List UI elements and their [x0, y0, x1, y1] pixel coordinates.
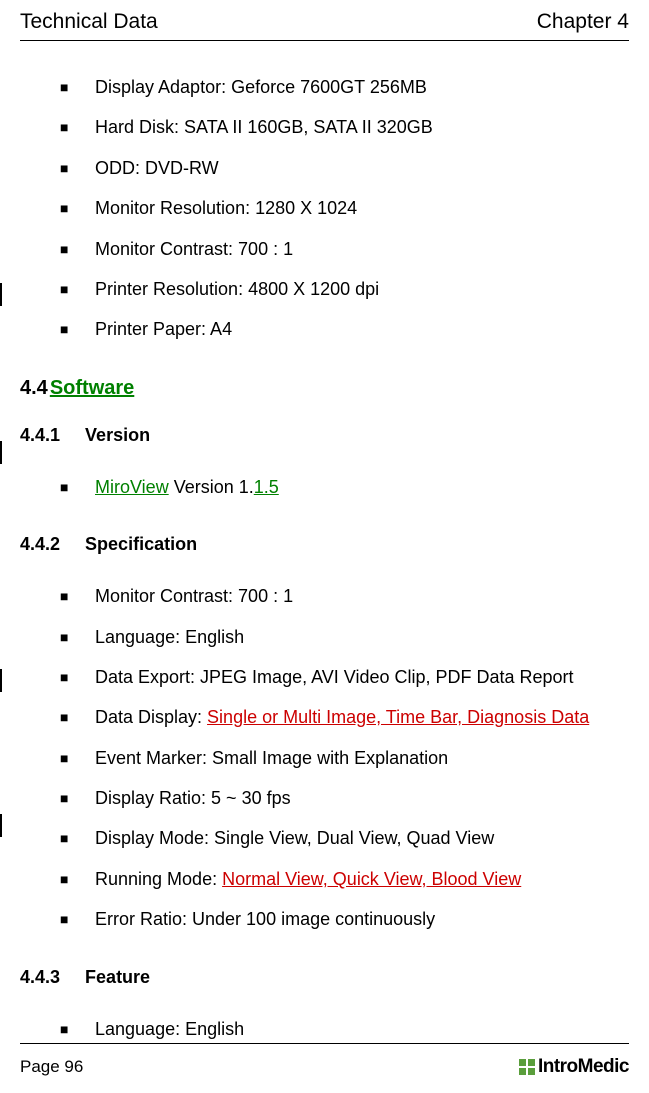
change-bar [0, 669, 2, 692]
logo-icon [519, 1059, 535, 1075]
list-item: Monitor Contrast: 700 : 1 [60, 585, 629, 608]
data-display-prefix: Data Display: [95, 707, 207, 727]
change-bar [0, 441, 2, 464]
list-item: Monitor Contrast: 700 : 1 [60, 238, 629, 261]
miroview-link[interactable]: MiroView [95, 477, 169, 497]
list-item: Data Display: Single or Multi Image, Tim… [60, 706, 629, 729]
subsection-title: Feature [85, 967, 150, 987]
list-item: ODD: DVD-RW [60, 157, 629, 180]
list-item: Display Mode: Single View, Dual View, Qu… [60, 827, 629, 850]
data-display-link[interactable]: Single or Multi Image, Time Bar, Diagnos… [207, 707, 589, 727]
header-title-right: Chapter 4 [537, 10, 629, 34]
logo-text: IntroMedic [538, 1056, 629, 1078]
list-item: Display Adaptor: Geforce 7600GT 256MB [60, 76, 629, 99]
section-title-link[interactable]: Software [50, 377, 134, 399]
list-item: Running Mode: Normal View, Quick View, B… [60, 868, 629, 891]
list-item: Display Ratio: 5 ~ 30 fps [60, 787, 629, 810]
intromedic-logo: IntroMedic [519, 1056, 629, 1078]
subsection-number: 4.4.2 [20, 534, 60, 554]
version-link[interactable]: 1.5 [254, 477, 279, 497]
list-item: Language: English [60, 1018, 629, 1041]
list-item: Data Export: JPEG Image, AVI Video Clip,… [60, 666, 629, 689]
page-number: Page 96 [20, 1057, 83, 1077]
list-item: Event Marker: Small Image with Explanati… [60, 747, 629, 770]
running-mode-prefix: Running Mode: [95, 869, 222, 889]
change-bar [0, 814, 2, 837]
list-item: Printer Resolution: 4800 X 1200 dpi [60, 278, 629, 301]
feature-list: Language: English [20, 1018, 629, 1041]
section-number: 4.4 [20, 377, 48, 399]
list-item: Error Ratio: Under 100 image continuousl… [60, 908, 629, 931]
list-item: MiroView Version 1.1.5 [60, 476, 629, 499]
subsection-heading-4-4-2: 4.4.2 Specification [20, 534, 629, 555]
change-bar [0, 283, 2, 306]
page-container: Technical Data Chapter 4 Display Adaptor… [0, 0, 649, 1093]
page-header: Technical Data Chapter 4 [20, 0, 629, 41]
header-title-left: Technical Data [20, 10, 158, 34]
version-list: MiroView Version 1.1.5 [20, 476, 629, 499]
list-item: Hard Disk: SATA II 160GB, SATA II 320GB [60, 116, 629, 139]
page-footer: Page 96 IntroMedic [20, 1043, 629, 1078]
subsection-title: Specification [85, 534, 197, 554]
tech-spec-list-1: Display Adaptor: Geforce 7600GT 256MB Ha… [20, 76, 629, 342]
list-item: Printer Paper: A4 [60, 318, 629, 341]
specification-list: Monitor Contrast: 700 : 1 Language: Engl… [20, 585, 629, 932]
subsection-heading-4-4-1: 4.4.1 Version [20, 425, 629, 446]
list-item: Language: English [60, 626, 629, 649]
subsection-title: Version [85, 425, 150, 445]
list-item: Monitor Resolution: 1280 X 1024 [60, 197, 629, 220]
version-text: Version 1. [169, 477, 254, 497]
subsection-number: 4.4.1 [20, 425, 60, 445]
subsection-number: 4.4.3 [20, 967, 60, 987]
subsection-heading-4-4-3: 4.4.3 Feature [20, 967, 629, 988]
section-heading-4-4: 4.4Software [20, 377, 629, 400]
running-mode-link[interactable]: Normal View, Quick View, Blood View [222, 869, 521, 889]
